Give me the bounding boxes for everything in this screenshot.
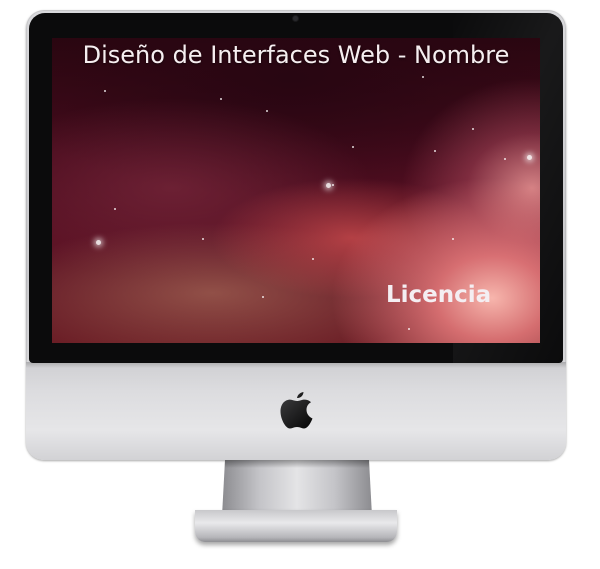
star xyxy=(202,238,204,240)
license-link[interactable]: Licencia xyxy=(386,282,491,308)
star xyxy=(504,158,506,160)
camera-icon xyxy=(293,16,298,21)
monitor-stand-neck xyxy=(222,460,372,516)
bright-star xyxy=(326,183,331,188)
star xyxy=(472,128,474,130)
screen-wallpaper: Diseño de Interfaces Web - Nombre Licenc… xyxy=(52,38,540,343)
star xyxy=(220,98,222,100)
star xyxy=(104,90,106,92)
star xyxy=(266,110,268,112)
monitor-stand-base xyxy=(195,510,397,542)
star xyxy=(114,208,116,210)
star xyxy=(312,258,314,260)
bright-star xyxy=(96,240,101,245)
star xyxy=(408,328,410,330)
star xyxy=(434,150,436,152)
star xyxy=(332,184,334,186)
star xyxy=(262,296,264,298)
imac-monitor: Diseño de Interfaces Web - Nombre Licenc… xyxy=(0,0,600,569)
star xyxy=(422,76,424,78)
star xyxy=(452,238,454,240)
star xyxy=(352,146,354,148)
screen-title: Diseño de Interfaces Web - Nombre xyxy=(82,41,510,69)
apple-logo-icon xyxy=(280,392,313,429)
bright-star xyxy=(527,155,532,160)
